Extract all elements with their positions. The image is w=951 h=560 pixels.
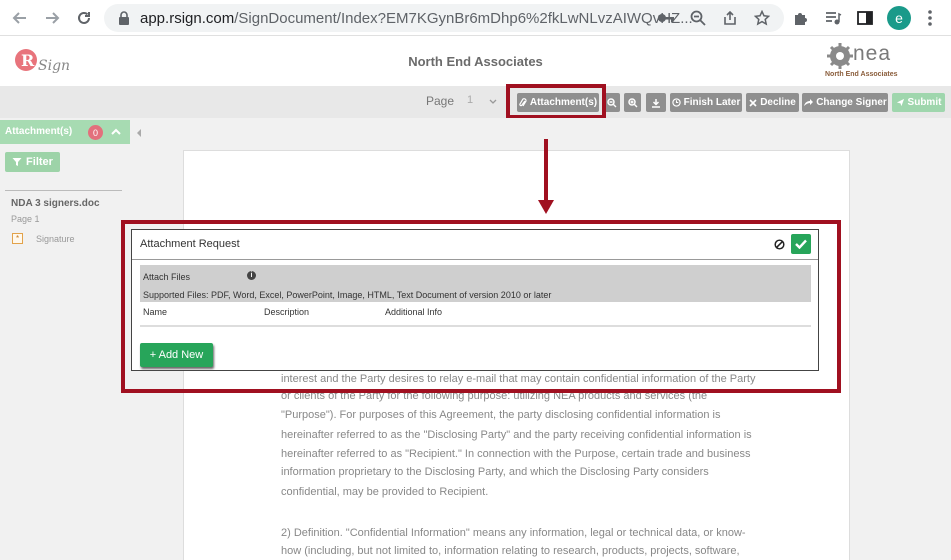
page-label: Page [426,94,455,108]
change-signer-button[interactable]: Change Signer [802,93,888,112]
decline-button[interactable]: Decline [746,93,799,112]
filter-label: Filter [26,156,53,168]
url-path: /SignDocument/Index?EM7KGynBr6mDhp6%2fkL… [234,10,693,27]
chevron-down-icon [489,99,497,104]
asterisk-icon: * [12,233,23,244]
sidebar-page-label[interactable]: Page 1 [11,214,40,224]
url-text[interactable]: app.rsign.com/SignDocument/Index?EM7KGyn… [140,10,693,27]
address-bar[interactable]: app.rsign.com/SignDocument/Index?EM7KGyn… [104,4,784,32]
dialog-callout-frame [121,220,841,393]
profile-avatar[interactable]: e [887,6,911,30]
attachments-callout-frame [506,84,606,119]
nea-logo-subtext: North End Associates [825,71,898,78]
chevron-up-icon[interactable] [110,126,122,138]
url-host: app.rsign.com [140,10,235,27]
doc-line: 2) Definition. "Confidential Information… [281,527,746,539]
doc-line: hereinafter referred to as "Recipient." … [281,448,751,460]
sidebar-divider [5,190,122,191]
download-icon [652,98,660,108]
star-icon[interactable] [752,8,772,28]
lock-icon[interactable] [114,8,134,28]
sidebar-document-name[interactable]: NDA 3 signers.doc [11,198,100,209]
forward-icon[interactable] [41,7,63,29]
collapse-sidebar-icon[interactable] [134,127,144,139]
callout-arrow-shaft [544,139,548,203]
app-header: R Sign North End Associates nea North En… [0,36,951,86]
page-select-value: 1 [467,94,474,106]
callout-arrow-head [538,200,554,214]
finish-later-label: Finish Later [683,97,741,108]
filter-button[interactable]: Filter [5,152,60,172]
attachments-section-label: Attachment(s) [5,126,73,137]
sidebar-signature-item[interactable]: Signature [36,234,75,244]
attachments-section-header[interactable]: Attachment(s) 0 [0,120,130,144]
signing-toolbar: Page 1 Attachment(s) Finish Later Declin… [0,86,951,118]
clock-icon [671,98,681,107]
submit-button[interactable]: Submit [892,93,945,112]
send-icon [896,98,904,107]
submit-label: Submit [907,97,942,108]
decline-label: Decline [760,97,796,108]
reload-icon[interactable] [73,7,95,29]
nea-logo: nea North End Associates [823,42,903,82]
doc-line: hereinafter referred to as the "Disclosi… [281,429,752,441]
download-button[interactable] [646,93,666,112]
zoom-out-icon [606,97,616,107]
zoom-icon[interactable] [688,8,708,28]
sidebar: Attachment(s) 0 Filter NDA 3 signers.doc… [0,118,130,560]
finish-later-button[interactable]: Finish Later [670,93,742,112]
media-control-icon[interactable] [822,7,844,29]
doc-line: information proprietary to the Disclosin… [281,466,709,478]
doc-line: "Purpose"). For purposes of this Agreeme… [281,409,721,421]
side-panel-icon[interactable] [854,7,876,29]
zoom-in-button[interactable] [624,93,641,112]
attachment-count-badge: 0 [88,125,103,140]
key-icon[interactable] [656,8,676,28]
change-signer-label: Change Signer [816,97,887,108]
share-arrow-icon [804,99,814,106]
nea-gear-icon [827,43,853,69]
menu-kebab-icon[interactable] [919,7,941,29]
filter-icon [12,158,22,166]
share-icon[interactable] [720,8,740,28]
back-icon[interactable] [9,7,31,29]
zoom-in-icon [627,97,637,107]
doc-line: how (including, but not limited to, info… [281,545,740,557]
company-title: North End Associates [408,54,543,69]
doc-line: confidential, may be provided to Recipie… [281,486,489,498]
browser-chrome: app.rsign.com/SignDocument/Index?EM7KGyn… [0,0,951,36]
nea-logo-text: nea [853,42,892,65]
close-icon [749,98,757,107]
page-select[interactable]: 1 [461,92,501,110]
extensions-icon[interactable] [790,7,812,29]
